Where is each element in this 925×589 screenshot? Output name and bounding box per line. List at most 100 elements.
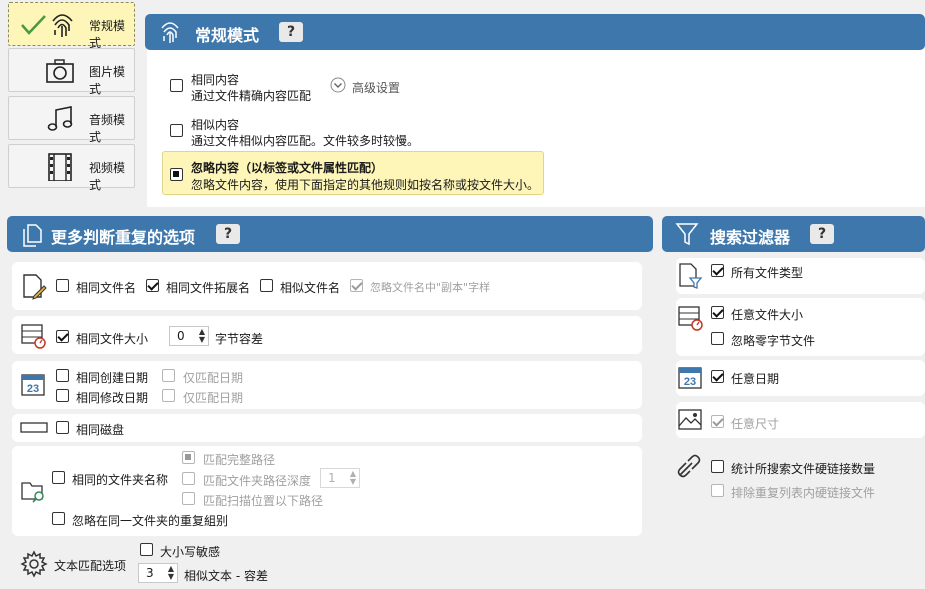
any-date-label: 任意日期 [731,372,780,386]
match-below-radio[interactable] [182,492,195,505]
disk-icon [20,422,48,433]
spin-arrows-icon[interactable]: ▲ ▼ [199,328,205,344]
filter-icon [675,223,699,246]
all-types-checkbox[interactable] [711,264,724,277]
text-tolerance-label: 相似文本 - 容差 [184,569,268,583]
text-options-label: 文本匹配选项 [54,559,127,573]
any-size-label: 任意文件大小 [731,308,804,322]
depth-stepper[interactable]: 1 ▲ ▼ [320,468,360,488]
match-full-path-radio[interactable] [182,451,195,464]
match-full-path-label: 匹配完整路径 [203,453,276,467]
similar-filename-label: 相似文件名 [280,281,341,295]
mode-label: 图片模式 [89,65,126,96]
byte-tolerance-label: 字节容差 [215,332,264,346]
ignore-content-title: 忽略内容（以标签或文件属性匹配） [191,161,384,175]
size-tolerance-value: 0 [177,329,185,343]
spin-arrows-icon[interactable]: ▲ ▼ [350,470,356,486]
filesize-icon [678,306,703,331]
file-edit-icon [23,274,47,300]
spin-arrows-icon[interactable]: ▲ ▼ [168,565,174,581]
file-filter-icon [679,263,703,289]
created-date-only-label: 仅匹配日期 [183,371,244,385]
ignore-copy-label: 忽略文件名中"副本"字样 [370,281,491,294]
same-modified-label: 相同修改日期 [76,391,149,405]
image-icon [678,409,702,430]
link-icon [677,454,701,478]
same-filename-checkbox[interactable] [56,279,69,292]
filesize-icon [21,324,46,349]
hardlinks-checkbox[interactable] [711,460,724,473]
ignore-zero-checkbox[interactable] [711,332,724,345]
same-created-checkbox[interactable] [56,369,69,382]
case-sensitive-checkbox[interactable] [140,543,153,556]
mode-label: 视频模式 [89,161,126,192]
mode-button-video[interactable]: 视频模式 [8,144,135,192]
same-content-title: 相同内容 [191,73,240,87]
ignore-copy-checkbox[interactable] [350,279,363,292]
same-disk-label: 相同磁盘 [76,423,125,437]
same-size-label: 相同文件大小 [76,332,149,346]
same-folder-label: 相同的文件夹名称 [72,473,169,487]
ignore-same-folder-checkbox[interactable] [52,512,65,525]
match-below-label: 匹配扫描位置以下路径 [203,494,324,508]
same-size-checkbox[interactable] [56,330,69,343]
text-tolerance-stepper[interactable]: 3 ▲ ▼ [138,563,178,583]
same-created-label: 相同创建日期 [76,371,149,385]
same-content-desc: 通过文件精确内容匹配 [191,89,312,103]
search-filters-header: 搜索过滤器 ? [662,216,925,252]
chevron-down-icon[interactable] [330,77,346,93]
mode-label: 音频模式 [89,113,126,144]
fingerprint-icon [161,22,179,43]
similar-content-desc: 通过文件相似内容匹配。文件较多时较慢。 [191,134,420,148]
created-date-only-checkbox[interactable] [162,369,175,382]
text-tolerance-value: 3 [146,566,154,580]
same-disk-checkbox[interactable] [56,421,69,434]
case-sensitive-label: 大小写敏感 [160,545,221,559]
mode-label: 常规模式 [89,19,126,50]
help-button[interactable]: ? [216,224,240,244]
any-dimension-label: 任意尺寸 [731,417,780,431]
film-icon [48,153,72,181]
any-date-checkbox[interactable] [711,370,724,383]
svg-text:23: 23 [684,376,696,388]
exclude-hardlinks-checkbox[interactable] [711,484,724,497]
help-button[interactable]: ? [810,224,834,244]
ignore-same-folder-label: 忽略在同一文件夹的重复組别 [72,514,229,528]
match-depth-label: 匹配文件夹路径深度 [203,474,312,488]
same-filename-label: 相同文件名 [76,281,137,295]
mode-button-audio[interactable]: 音频模式 [8,96,135,144]
all-types-label: 所有文件类型 [731,266,804,280]
svg-text:23: 23 [27,383,39,395]
search-filters-title: 搜索过滤器 [710,228,791,247]
same-content-radio[interactable] [170,79,183,92]
similar-filename-checkbox[interactable] [260,279,273,292]
folder-search-icon [21,482,44,503]
music-note-icon [47,106,73,131]
mode-button-normal[interactable]: 常规模式 [8,2,135,50]
match-depth-radio[interactable] [182,472,195,485]
any-size-checkbox[interactable] [711,306,724,319]
more-options-header: 更多判断重复的选项 ? [7,216,653,252]
similar-content-title: 相似内容 [191,118,240,132]
any-dimension-checkbox[interactable] [711,415,724,428]
similar-content-radio[interactable] [170,124,183,137]
ignore-content-radio[interactable] [170,168,183,181]
hardlinks-label: 统计所搜索文件硬链接数量 [731,462,876,476]
gear-icon [20,550,48,578]
same-extension-label: 相同文件拓展名 [166,281,251,295]
ignore-content-desc: 忽略文件内容，使用下面指定的其他规则如按名称或按文件大小。 [191,178,540,192]
modified-date-only-label: 仅匹配日期 [183,391,244,405]
same-folder-checkbox[interactable] [52,471,65,484]
more-options-title: 更多判断重复的选项 [51,228,196,247]
ignore-zero-label: 忽略零字节文件 [731,334,816,348]
same-extension-checkbox[interactable] [146,279,159,292]
mode-button-image[interactable]: 图片模式 [8,48,135,96]
camera-icon [46,59,74,83]
size-tolerance-stepper[interactable]: 0 ▲ ▼ [169,326,209,346]
depth-value: 1 [328,471,336,485]
help-button[interactable]: ? [279,22,303,42]
advanced-settings-link[interactable]: 高级设置 [352,79,400,96]
copy-files-icon [23,224,42,247]
same-modified-checkbox[interactable] [56,389,69,402]
modified-date-only-checkbox[interactable] [162,389,175,402]
